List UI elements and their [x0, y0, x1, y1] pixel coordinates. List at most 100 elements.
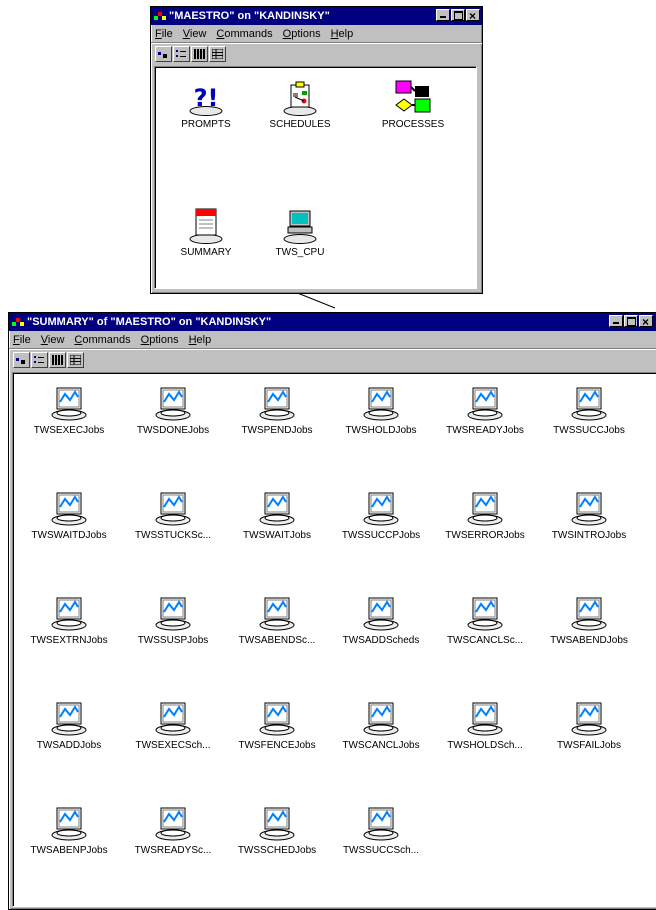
- menu-help[interactable]: Help: [189, 334, 212, 346]
- item-label: TWSADDJobs: [36, 740, 102, 751]
- maximize-button[interactable]: [451, 9, 465, 21]
- item-label: TWSSUCCJobs: [553, 425, 625, 436]
- job-monitor-icon: [571, 597, 607, 631]
- job-monitor-icon: [259, 387, 295, 421]
- summary-job-item[interactable]: TWSERRORJobs: [435, 488, 535, 541]
- large-icons-view-button[interactable]: [155, 46, 172, 62]
- summary-job-item[interactable]: TWSEXECSch...: [123, 698, 223, 751]
- close-button[interactable]: [639, 313, 653, 331]
- item-label: TWSHOLDSch...: [447, 740, 523, 751]
- item-processes[interactable]: PROCESSES: [373, 79, 453, 130]
- close-button[interactable]: [466, 7, 480, 25]
- item-label: TWSFENCEJobs: [238, 740, 316, 751]
- summary-job-item[interactable]: TWSABENPJobs: [19, 803, 119, 856]
- menu-options[interactable]: Options: [283, 28, 321, 40]
- menu-help[interactable]: Help: [331, 28, 354, 40]
- summary-job-item[interactable]: TWSEXECJobs: [19, 383, 119, 436]
- job-monitor-icon: [51, 702, 87, 736]
- summary-job-item[interactable]: TWSWAITJobs: [227, 488, 327, 541]
- item-label: SUMMARY: [180, 247, 232, 258]
- summary-job-item[interactable]: TWSFENCEJobs: [227, 698, 327, 751]
- app-icon[interactable]: [12, 317, 24, 327]
- summary-job-item[interactable]: TWSFAILJobs: [539, 698, 639, 751]
- small-icons-view-button[interactable]: [173, 46, 190, 62]
- item-label: TWSSUCCPJobs: [341, 530, 421, 541]
- processes-icon: [395, 80, 431, 113]
- menu-view[interactable]: View: [41, 334, 65, 346]
- summary-job-item[interactable]: TWSINTROJobs: [539, 488, 639, 541]
- summary-job-item[interactable]: TWSHOLDSch...: [435, 698, 535, 751]
- large-icons-view-icon: [16, 358, 25, 364]
- summary-job-item[interactable]: TWSWAITDJobs: [19, 488, 119, 541]
- small-icons-view-button[interactable]: [31, 352, 48, 368]
- menu-file[interactable]: File: [13, 334, 31, 346]
- summary-job-item[interactable]: TWSADDJobs: [19, 698, 119, 751]
- menu-commands[interactable]: Commands: [74, 334, 130, 346]
- item-label: TWSEXECSch...: [135, 740, 211, 751]
- summary-job-item[interactable]: TWSPENDJobs: [227, 383, 327, 436]
- window-title: "SUMMARY" of "MAESTRO" on "KANDINSKY": [27, 316, 272, 328]
- minimize-button[interactable]: [609, 315, 623, 327]
- app-icon[interactable]: [154, 11, 166, 21]
- menu-commands[interactable]: Commands: [216, 28, 272, 40]
- item-label: TWS_CPU: [275, 247, 325, 258]
- summary-job-item[interactable]: TWSADDScheds: [331, 593, 431, 646]
- summary-job-item[interactable]: TWSDONEJobs: [123, 383, 223, 436]
- job-monitor-icon: [363, 387, 399, 421]
- main-client-area: ?! PROMPTS SCHEDULES PROCESSES SUMMARY T…: [154, 66, 477, 289]
- maximize-button[interactable]: [624, 315, 638, 327]
- details-view-button[interactable]: [209, 46, 226, 62]
- item-label: TWSSUCCSch...: [342, 845, 420, 856]
- job-monitor-icon: [467, 597, 503, 631]
- summary-job-item[interactable]: TWSCANCLSc...: [435, 593, 535, 646]
- summary-job-item[interactable]: TWSSCHEDJobs: [227, 803, 327, 856]
- item-schedules[interactable]: SCHEDULES: [265, 79, 335, 130]
- computer-icon: [283, 210, 317, 244]
- item-label: TWSDONEJobs: [136, 425, 210, 436]
- minimize-button[interactable]: [436, 9, 450, 21]
- job-monitor-icon: [155, 387, 191, 421]
- list-view-button[interactable]: [191, 46, 208, 62]
- summary-job-item[interactable]: TWSSUSPJobs: [123, 593, 223, 646]
- summary-job-item[interactable]: TWSHOLDJobs: [331, 383, 431, 436]
- small-icons-view-icon: [34, 356, 44, 363]
- toolbar: [151, 42, 482, 65]
- summary-job-item[interactable]: TWSCANCLJobs: [331, 698, 431, 751]
- job-monitor-icon: [363, 702, 399, 736]
- job-monitor-icon: [51, 387, 87, 421]
- summary-job-item[interactable]: TWSEXTRNJobs: [19, 593, 119, 646]
- menu-view[interactable]: View: [183, 28, 207, 40]
- title-bar[interactable]: "MAESTRO" on "KANDINSKY": [151, 7, 482, 25]
- summary-job-item[interactable]: TWSSUCCPJobs: [331, 488, 431, 541]
- item-label: TWSHOLDJobs: [345, 425, 417, 436]
- item-summary[interactable]: SUMMARY: [171, 205, 241, 258]
- large-icons-view-button[interactable]: [13, 352, 30, 368]
- item-tws-cpu[interactable]: TWS_CPU: [265, 205, 335, 258]
- large-icons-view-icon: [158, 52, 167, 58]
- job-monitor-icon: [155, 702, 191, 736]
- job-monitor-icon: [467, 702, 503, 736]
- item-label: TWSFAILJobs: [557, 740, 621, 751]
- details-view-button[interactable]: [67, 352, 84, 368]
- summary-job-item[interactable]: TWSSUCCSch...: [331, 803, 431, 856]
- summary-job-item[interactable]: TWSREADYSc...: [123, 803, 223, 856]
- menu-options[interactable]: Options: [141, 334, 179, 346]
- prompts-icon: ?!: [189, 84, 223, 116]
- item-label: TWSSTUCKSc...: [134, 530, 212, 541]
- summary-job-item[interactable]: TWSABENDSc...: [227, 593, 327, 646]
- job-monitor-icon: [571, 702, 607, 736]
- item-label: TWSINTROJobs: [551, 530, 627, 541]
- summary-job-item[interactable]: TWSABENDJobs: [539, 593, 639, 646]
- details-view-icon: [212, 49, 223, 59]
- job-monitor-icon: [571, 492, 607, 526]
- summary-job-item[interactable]: TWSREADYJobs: [435, 383, 535, 436]
- menu-file[interactable]: File: [155, 28, 173, 40]
- list-view-button[interactable]: [49, 352, 66, 368]
- job-monitor-icon: [51, 807, 87, 841]
- item-prompts[interactable]: ?! PROMPTS: [171, 79, 241, 130]
- summary-job-item[interactable]: TWSSTUCKSc...: [123, 488, 223, 541]
- job-monitor-icon: [259, 807, 295, 841]
- title-bar[interactable]: "SUMMARY" of "MAESTRO" on "KANDINSKY": [9, 313, 656, 331]
- summary-job-item[interactable]: TWSSUCCJobs: [539, 383, 639, 436]
- menu-bar: File View Commands Options Help: [151, 25, 482, 42]
